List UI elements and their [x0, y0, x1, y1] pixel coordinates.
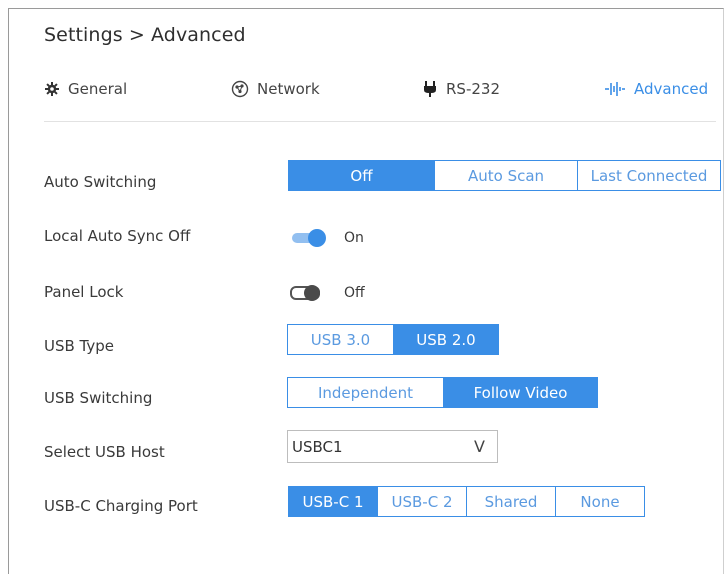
usb-3-0-button[interactable]: USB 3.0 [288, 325, 393, 354]
usb-c-none-button[interactable]: None [555, 487, 644, 516]
network-icon [231, 80, 249, 98]
auto-switching-segmented-control: Off Auto Scan Last Connected [288, 160, 721, 191]
usb-host-selected-value: USBC1 [292, 438, 343, 456]
tab-advanced-label: Advanced [634, 80, 709, 98]
local-auto-sync-off-label: Local Auto Sync Off [44, 227, 191, 245]
toggle-knob [308, 229, 326, 247]
breadcrumb: Settings > Advanced [44, 24, 246, 46]
usb-c-1-button[interactable]: USB-C 1 [289, 487, 377, 516]
usb-c-charging-port-segmented-control: USB-C 1 USB-C 2 Shared None [288, 486, 645, 517]
usb-switching-segmented-control: Independent Follow Video [287, 377, 598, 408]
usb-switching-follow-video-button[interactable]: Follow Video [443, 378, 597, 407]
usb-c-charging-port-label: USB-C Charging Port [44, 497, 198, 515]
auto-switching-auto-scan-button[interactable]: Auto Scan [434, 161, 577, 190]
local-auto-sync-toggle[interactable] [292, 229, 326, 247]
usb-host-select[interactable]: USBC1 V [287, 430, 498, 463]
tab-divider [44, 121, 716, 122]
usb-switching-independent-button[interactable]: Independent [288, 378, 443, 407]
chevron-down-icon: V [474, 437, 485, 456]
usb-type-segmented-control: USB 3.0 USB 2.0 [287, 324, 499, 355]
usb-switching-label: USB Switching [44, 389, 153, 407]
usb-type-label: USB Type [44, 337, 115, 355]
tab-advanced[interactable]: Advanced [604, 78, 708, 100]
usb-2-0-button[interactable]: USB 2.0 [393, 325, 498, 354]
tab-network-label: Network [257, 80, 320, 98]
gear-icon [44, 81, 60, 97]
auto-switching-label: Auto Switching [44, 173, 157, 191]
usb-c-2-button[interactable]: USB-C 2 [377, 487, 466, 516]
tab-general[interactable]: General [44, 78, 127, 100]
waveform-icon [604, 80, 626, 98]
tab-rs232-label: RS-232 [446, 80, 500, 98]
auto-switching-off-button[interactable]: Off [289, 161, 434, 190]
plug-icon [422, 80, 438, 98]
auto-switching-last-connected-button[interactable]: Last Connected [577, 161, 720, 190]
panel-lock-toggle[interactable] [290, 284, 324, 302]
toggle-knob [304, 285, 320, 301]
panel-lock-state: Off [344, 285, 365, 301]
select-usb-host-label: Select USB Host [44, 443, 165, 461]
panel-lock-label: Panel Lock [44, 283, 124, 301]
tab-general-label: General [68, 80, 128, 98]
usb-c-shared-button[interactable]: Shared [466, 487, 555, 516]
tab-rs232[interactable]: RS-232 [422, 78, 500, 100]
tab-network[interactable]: Network [231, 78, 320, 100]
local-auto-sync-state: On [344, 230, 364, 246]
